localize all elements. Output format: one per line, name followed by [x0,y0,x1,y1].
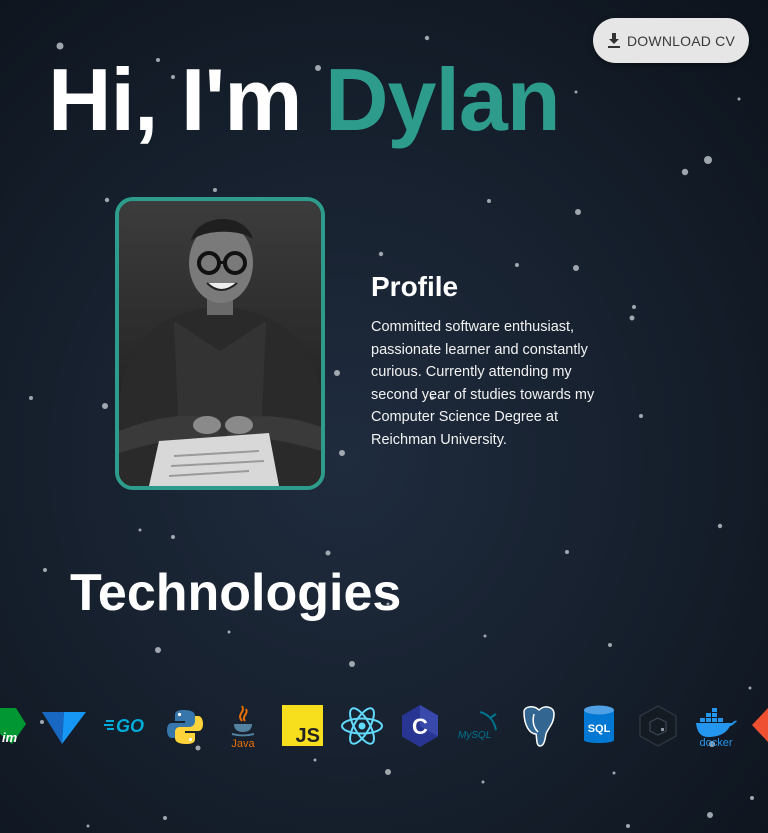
star [481,780,485,784]
star [632,305,636,309]
vim-label: im [2,730,18,745]
download-icon [607,32,621,49]
hero-greeting: Hi, I'm [48,50,325,149]
mysql-label: MySQL [458,730,491,741]
star [704,156,712,164]
star [515,263,519,267]
star [213,188,217,192]
star [102,403,108,409]
java-icon: Java [231,705,255,750]
git-icon [752,708,768,742]
star [378,251,384,257]
technologies-heading: Technologies [70,564,402,622]
javascript-icon: JS [282,705,323,746]
star [748,686,752,690]
sql-icon: SQL [584,705,614,743]
unity-icon [639,705,677,747]
star [681,168,689,176]
profile-heading: Profile [371,271,459,302]
star [487,199,491,203]
star [86,824,90,828]
star [737,97,741,101]
star [163,816,167,820]
python-icon [167,710,203,744]
star [565,550,569,554]
star [424,35,430,41]
star [639,414,643,418]
star [155,647,161,653]
star [573,265,579,271]
docker-label: docker [699,737,732,748]
star [626,824,630,828]
postgresql-icon [523,706,555,747]
star [339,450,345,456]
star [29,396,33,400]
star [575,209,581,215]
star [104,197,110,203]
star [629,315,635,321]
star [385,769,391,775]
java-label: Java [231,738,255,750]
profile-description: Committed software enthusiast, passionat… [371,319,595,448]
go-icon: GO [104,716,144,736]
star [574,90,578,94]
star [612,771,616,775]
star [349,661,355,667]
star [707,812,713,818]
mysql-icon: MySQL [458,711,497,741]
vim-icon: im [0,708,26,745]
star [608,643,612,647]
star [750,796,754,800]
c-icon: C [402,705,438,747]
react-icon [341,707,383,745]
star [138,528,142,532]
javascript-label: JS [296,725,320,746]
c-label: C [412,714,428,739]
star [171,535,175,539]
star [227,630,231,634]
sql-label: SQL [588,723,611,735]
profile-photo [115,197,325,490]
hero-title: Hi, I'm Dylan [48,50,561,150]
go-label: GO [116,716,144,736]
star [325,550,331,556]
download-cv-label: DOWNLOAD CV [627,32,735,49]
star [56,42,64,50]
star [483,634,487,638]
technologies-carousel: im GO Java JS C MySQL SQL docker [0,700,768,752]
star [334,370,340,376]
docker-icon: docker [696,708,737,748]
download-cv-button[interactable]: DOWNLOAD CV [593,18,749,63]
vuetify-icon [42,712,86,744]
star [313,758,317,762]
star [43,568,47,572]
hero-name: Dylan [324,50,561,149]
star [717,523,723,529]
